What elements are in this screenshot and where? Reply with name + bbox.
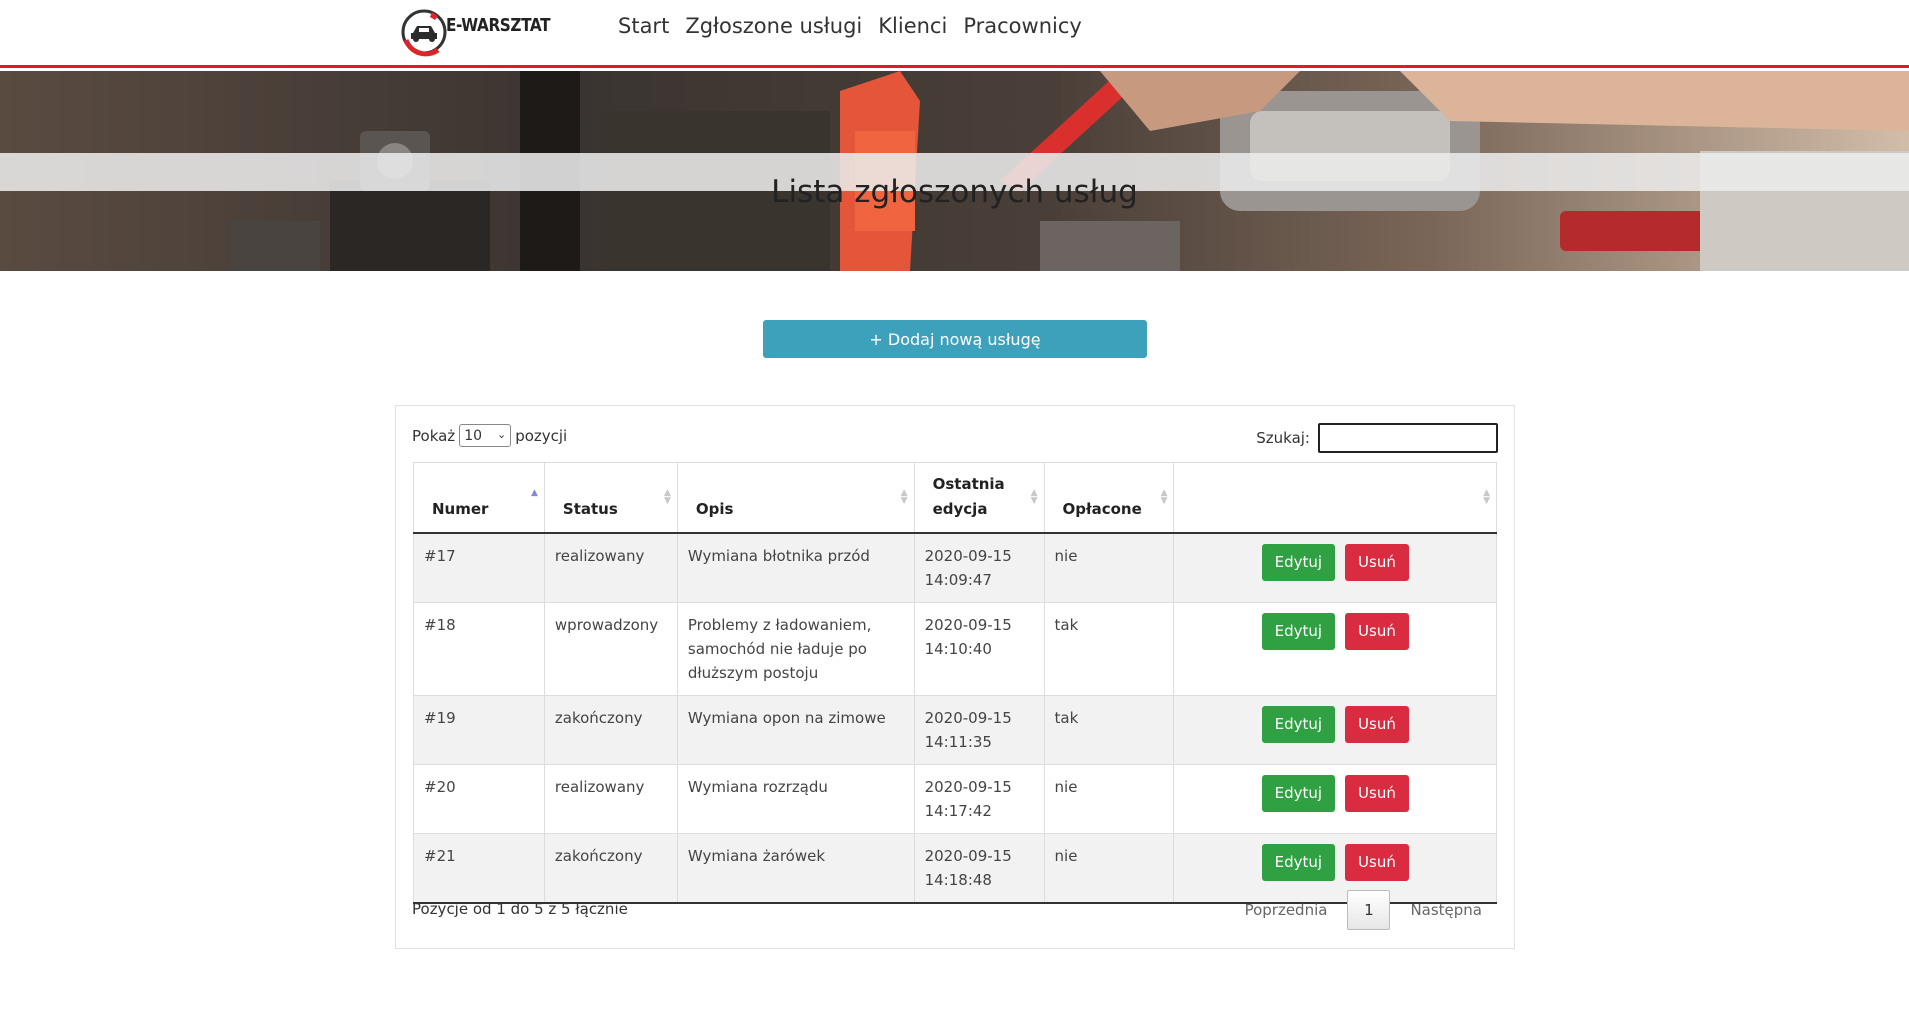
brand-name: E-WARSZTAT bbox=[446, 14, 551, 36]
delete-button[interactable]: Usuń bbox=[1345, 843, 1409, 881]
cell-last-edit: 2020-09-15 14:17:42 bbox=[914, 764, 1045, 834]
column-header-last-edit[interactable]: Ostatnia edycja ▲ ▼ bbox=[914, 462, 1045, 534]
column-header-number[interactable]: Numer ▲ bbox=[413, 462, 545, 534]
cell-paid: nie bbox=[1044, 532, 1175, 603]
page-length-select[interactable]: 10 ⌄ bbox=[459, 424, 512, 447]
search-input[interactable] bbox=[1318, 423, 1498, 453]
cell-status: realizowany bbox=[544, 764, 678, 834]
cell-description: Problemy z ładowaniem, samochód nie ładu… bbox=[677, 602, 915, 696]
cell-status: zakończony bbox=[544, 695, 678, 765]
edit-button[interactable]: Edytuj bbox=[1261, 705, 1336, 743]
sort-asc-icon: ▲ bbox=[530, 488, 538, 498]
add-service-button[interactable]: + Dodaj nową usługę bbox=[763, 320, 1147, 358]
cell-last-edit: 2020-09-15 14:10:40 bbox=[914, 602, 1045, 696]
delete-button[interactable]: Usuń bbox=[1345, 705, 1409, 743]
cell-actions: Edytuj Usuń bbox=[1173, 764, 1497, 834]
hero-banner: Lista zgłoszonych usług bbox=[0, 71, 1909, 271]
cell-number: #19 bbox=[413, 695, 545, 765]
previous-page-button[interactable]: Poprzednia bbox=[1229, 901, 1344, 919]
cell-actions: Edytuj Usuń bbox=[1173, 532, 1497, 603]
cell-last-edit: 2020-09-15 14:18:48 bbox=[914, 833, 1045, 904]
table-row: #20 realizowany Wymiana rozrządu 2020-09… bbox=[413, 764, 1497, 834]
table-row: #17 realizowany Wymiana błotnika przód 2… bbox=[413, 532, 1497, 603]
sort-both-icon: ▲ ▼ bbox=[900, 488, 908, 506]
table-info: Pozycje od 1 do 5 z 5 łącznie bbox=[412, 900, 628, 918]
delete-button[interactable]: Usuń bbox=[1345, 543, 1409, 581]
next-page-button[interactable]: Następna bbox=[1394, 901, 1498, 919]
cell-paid: tak bbox=[1044, 695, 1175, 765]
table-row: #18 wprowadzony Problemy z ładowaniem, s… bbox=[413, 602, 1497, 696]
cell-paid: nie bbox=[1044, 764, 1175, 834]
cell-last-edit: 2020-09-15 14:09:47 bbox=[914, 532, 1045, 603]
cell-description: Wymiana opon na zimowe bbox=[677, 695, 915, 765]
page-button-current[interactable]: 1 bbox=[1347, 890, 1391, 930]
cell-status: realizowany bbox=[544, 532, 678, 603]
cell-paid: tak bbox=[1044, 602, 1175, 696]
page-length-prefix: Pokaż bbox=[412, 426, 456, 445]
column-header-description[interactable]: Opis ▲ ▼ bbox=[677, 462, 915, 534]
edit-button[interactable]: Edytuj bbox=[1261, 774, 1336, 812]
search-label: Szukaj: bbox=[1256, 429, 1310, 447]
cell-paid: nie bbox=[1044, 833, 1175, 904]
page-length-control: Pokaż 10 ⌄ pozycji bbox=[412, 424, 567, 447]
cell-status: zakończony bbox=[544, 833, 678, 904]
nav-reported-services[interactable]: Zgłoszone usługi bbox=[685, 14, 862, 38]
car-wrench-logo-icon bbox=[401, 9, 447, 57]
nav-start[interactable]: Start bbox=[618, 14, 669, 38]
nav-employees[interactable]: Pracownicy bbox=[963, 14, 1081, 38]
edit-button[interactable]: Edytuj bbox=[1261, 612, 1336, 650]
delete-button[interactable]: Usuń bbox=[1345, 774, 1409, 812]
services-table: Numer ▲ Status ▲ ▼ Opis ▲ ▼ Ostatnia edycj… bbox=[413, 462, 1497, 904]
column-header-paid[interactable]: Opłacone ▲ ▼ bbox=[1044, 462, 1175, 534]
table-header-row: Numer ▲ Status ▲ ▼ Opis ▲ ▼ Ostatnia edycj… bbox=[413, 462, 1497, 534]
cell-number: #20 bbox=[413, 764, 545, 834]
pagination: Poprzednia 1 Następna bbox=[1229, 890, 1498, 930]
column-header-actions[interactable]: ▲ ▼ bbox=[1173, 462, 1497, 534]
brand-logo[interactable]: E-WARSZTAT bbox=[398, 4, 569, 60]
sort-both-icon: ▲ ▼ bbox=[1030, 488, 1038, 506]
cell-description: Wymiana błotnika przód bbox=[677, 532, 915, 603]
cell-actions: Edytuj Usuń bbox=[1173, 695, 1497, 765]
cell-description: Wymiana żarówek bbox=[677, 833, 915, 904]
table-row: #19 zakończony Wymiana opon na zimowe 20… bbox=[413, 695, 1497, 765]
delete-button[interactable]: Usuń bbox=[1345, 612, 1409, 650]
page-title: Lista zgłoszonych usług bbox=[771, 173, 1138, 210]
sort-both-icon: ▲ ▼ bbox=[1483, 488, 1490, 506]
column-header-status[interactable]: Status ▲ ▼ bbox=[544, 462, 678, 534]
cell-number: #21 bbox=[413, 833, 545, 904]
cell-number: #17 bbox=[413, 532, 545, 603]
sort-both-icon: ▲ ▼ bbox=[1160, 488, 1168, 506]
cell-number: #18 bbox=[413, 602, 545, 696]
navbar: E-WARSZTAT Start Zgłoszone usługi Klienc… bbox=[0, 0, 1909, 68]
page-length-suffix: pozycji bbox=[515, 426, 568, 445]
services-table-panel: Pokaż 10 ⌄ pozycji Szukaj: Numer ▲ Statu… bbox=[395, 405, 1515, 949]
cell-actions: Edytuj Usuń bbox=[1173, 602, 1497, 696]
select-chevron-icon: ⌄ bbox=[496, 428, 507, 441]
cell-description: Wymiana rozrządu bbox=[677, 764, 915, 834]
edit-button[interactable]: Edytuj bbox=[1261, 543, 1336, 581]
sort-both-icon: ▲ ▼ bbox=[663, 488, 671, 506]
search-control: Szukaj: bbox=[1256, 423, 1498, 453]
main-nav: Start Zgłoszone usługi Klienci Pracownic… bbox=[618, 14, 1082, 38]
cell-last-edit: 2020-09-15 14:11:35 bbox=[914, 695, 1045, 765]
edit-button[interactable]: Edytuj bbox=[1261, 843, 1336, 881]
nav-clients[interactable]: Klienci bbox=[878, 14, 947, 38]
cell-status: wprowadzony bbox=[544, 602, 678, 696]
page-length-value: 10 bbox=[464, 427, 483, 444]
